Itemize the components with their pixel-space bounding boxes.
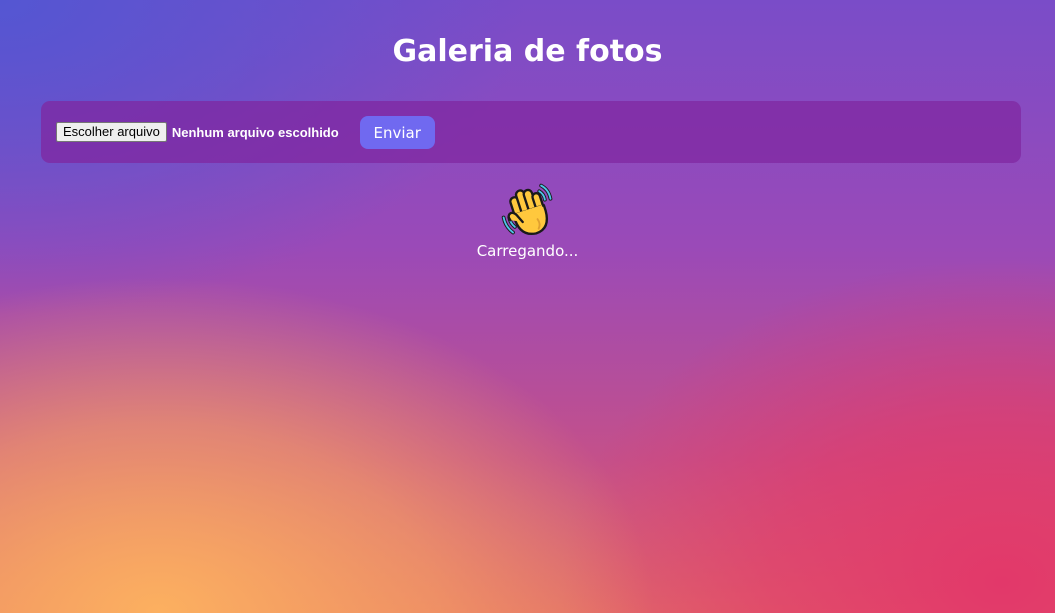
page-title: Galeria de fotos [392, 34, 663, 69]
send-button[interactable]: Enviar [359, 115, 435, 149]
choose-file-button[interactable]: Escolher arquivo [56, 122, 167, 142]
loading-indicator: Carregando... [0, 180, 1055, 260]
loading-text: Carregando... [476, 242, 579, 260]
upload-form: Escolher arquivo Nenhum arquivo escolhid… [41, 101, 1021, 163]
file-status-text: Nenhum arquivo escolhido [171, 124, 339, 140]
waving-hand-icon [501, 183, 552, 236]
